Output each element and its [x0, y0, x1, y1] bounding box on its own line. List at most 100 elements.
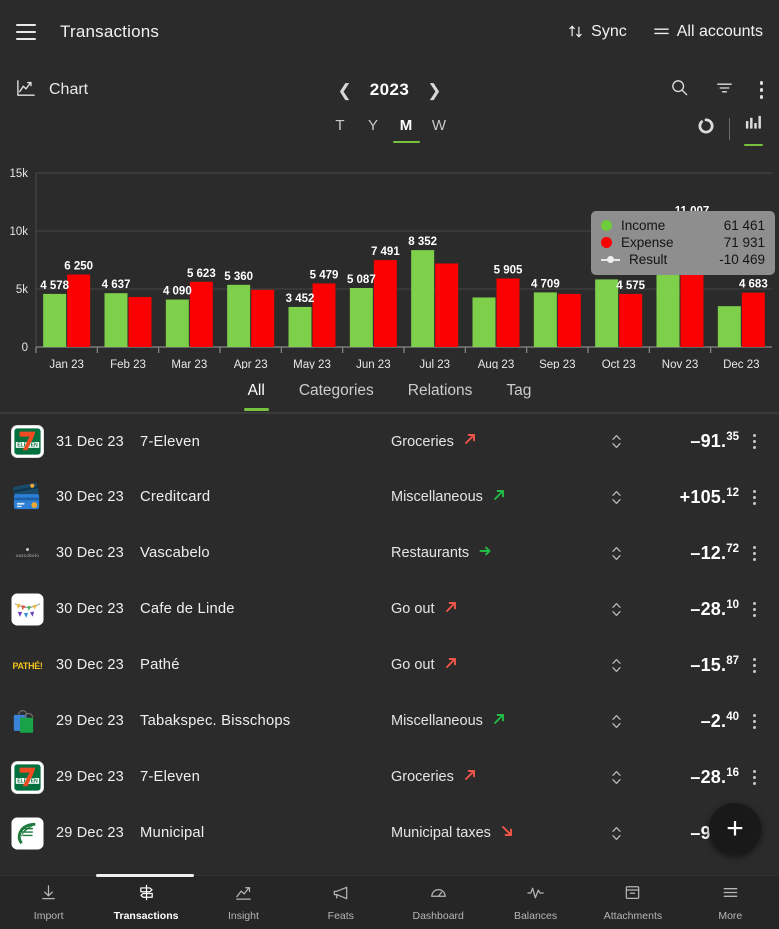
income-bar[interactable] — [350, 288, 373, 347]
tab-relations[interactable]: Relations — [404, 369, 477, 411]
chevron-right-icon[interactable]: ❯ — [427, 82, 441, 99]
transaction-payee: Pathé — [140, 657, 391, 673]
nav-item-balances[interactable]: Balances — [487, 883, 584, 922]
row-overflow-button[interactable] — [739, 490, 769, 505]
expense-bar[interactable] — [742, 293, 765, 347]
transaction-payee: Creditcard — [140, 489, 391, 505]
bar-chart[interactable]: 05k10k15k4 5786 250Jan 234 637Feb 234 09… — [0, 157, 779, 369]
period-tab-m[interactable]: M — [390, 117, 423, 143]
sort-toggle[interactable] — [601, 489, 631, 506]
row-overflow-button[interactable] — [739, 770, 769, 785]
income-bar[interactable] — [43, 294, 66, 347]
table-row[interactable]: ELEVEN 31 Dec 23 7-Eleven Groceries –91.… — [0, 413, 779, 469]
row-overflow-button[interactable] — [739, 602, 769, 617]
row-overflow-button[interactable] — [739, 658, 769, 673]
chevron-left-icon[interactable]: ❮ — [338, 82, 352, 99]
table-row[interactable]: 30 Dec 23 Creditcard Miscellaneous +105.… — [0, 469, 779, 525]
tab-tag[interactable]: Tag — [502, 369, 535, 411]
table-row[interactable]: vascobelo 30 Dec 23 Vascabelo Restaurant… — [0, 525, 779, 581]
nav-item-import[interactable]: Import — [0, 883, 97, 922]
signpost-icon — [137, 883, 156, 907]
income-bar[interactable] — [105, 293, 128, 347]
table-row[interactable]: ELEVEN 29 Dec 23 7-Eleven Groceries –28.… — [0, 749, 779, 805]
income-bar[interactable] — [718, 306, 741, 347]
sort-toggle[interactable] — [601, 545, 631, 562]
sort-toggle[interactable] — [601, 769, 631, 786]
expense-bar[interactable] — [313, 283, 336, 347]
row-overflow-button[interactable] — [739, 546, 769, 561]
transaction-category-cell[interactable]: Go out — [391, 600, 601, 619]
transaction-category-cell[interactable]: Groceries — [391, 432, 601, 451]
more-vertical-icon[interactable] — [760, 81, 763, 98]
sort-toggle[interactable] — [601, 713, 631, 730]
income-bar[interactable] — [166, 300, 189, 347]
transaction-category: Miscellaneous — [391, 713, 483, 729]
expense-bar[interactable] — [497, 279, 520, 347]
expense-bar[interactable] — [251, 290, 274, 347]
transaction-category-cell[interactable]: Groceries — [391, 768, 601, 787]
table-row[interactable]: 30 Dec 23 Cafe de Linde Go out –28.10 — [0, 581, 779, 637]
sort-toggle[interactable] — [601, 825, 631, 842]
income-bar[interactable] — [289, 307, 312, 347]
row-overflow-button[interactable] — [739, 714, 769, 729]
transaction-payee: Cafe de Linde — [140, 601, 391, 617]
nav-item-feats[interactable]: Feats — [292, 883, 389, 922]
nav-item-insight[interactable]: Insight — [195, 883, 292, 922]
transaction-category-cell[interactable]: Go out — [391, 656, 601, 675]
transaction-list[interactable]: ELEVEN 31 Dec 23 7-Eleven Groceries –91.… — [0, 413, 779, 875]
nav-item-dashboard[interactable]: Dashboard — [390, 883, 487, 922]
trend-arrow-icon — [463, 432, 477, 451]
expense-bar[interactable] — [619, 294, 642, 347]
transaction-category-cell[interactable]: Municipal taxes — [391, 824, 601, 843]
tab-categories[interactable]: Categories — [295, 369, 378, 411]
income-bar[interactable] — [595, 279, 618, 347]
expense-bar-label: 5 905 — [494, 265, 523, 277]
expense-bar[interactable] — [67, 275, 90, 348]
search-icon[interactable] — [670, 78, 689, 102]
filter-icon[interactable] — [715, 80, 734, 101]
income-bar-label: 8 352 — [408, 236, 437, 248]
nav-item-attachments[interactable]: Attachments — [584, 883, 681, 922]
transaction-category-cell[interactable]: Miscellaneous — [391, 488, 601, 507]
transaction-category: Municipal taxes — [391, 825, 491, 841]
party-flags-icon — [10, 592, 44, 626]
amount-cents: 10 — [726, 599, 739, 611]
transaction-payee: Vascabelo — [140, 545, 391, 561]
refresh-donut-icon[interactable] — [697, 117, 715, 140]
all-accounts-button[interactable]: All accounts — [653, 23, 763, 41]
sort-toggle[interactable] — [601, 657, 631, 674]
income-bar[interactable] — [411, 250, 434, 347]
transaction-category-cell[interactable]: Restaurants — [391, 544, 601, 563]
sort-toggle[interactable] — [601, 601, 631, 618]
nav-item-more[interactable]: More — [682, 883, 779, 922]
table-row[interactable]: PATHÉ! 30 Dec 23 Pathé Go out –15.87 — [0, 637, 779, 693]
add-transaction-fab[interactable]: + — [709, 803, 761, 855]
income-bar[interactable] — [657, 268, 680, 347]
expense-bar[interactable] — [435, 263, 458, 347]
nav-item-transactions[interactable]: Transactions — [97, 883, 194, 922]
period-tab-w[interactable]: W — [423, 117, 456, 143]
period-tab-t[interactable]: T — [324, 117, 357, 143]
period-tab-y[interactable]: Y — [357, 117, 390, 143]
expense-bar[interactable] — [558, 294, 581, 347]
bar-chart-icon[interactable] — [744, 113, 763, 144]
income-bar[interactable] — [534, 292, 557, 347]
expense-bar[interactable] — [129, 297, 152, 347]
megaphone-icon — [331, 883, 350, 907]
table-row[interactable]: 29 Dec 23 Municipal Municipal taxes –98.… — [0, 805, 779, 861]
amount-main: –2. — [701, 711, 727, 731]
sort-toggle[interactable] — [601, 433, 631, 450]
row-overflow-button[interactable] — [739, 434, 769, 449]
tab-all[interactable]: All — [244, 369, 269, 411]
table-row[interactable]: 29 Dec 23 Tabakspec. Bisschops Miscellan… — [0, 693, 779, 749]
svg-text:PATHÉ!: PATHÉ! — [12, 661, 42, 671]
transaction-category-cell[interactable]: Miscellaneous — [391, 712, 601, 731]
bottom-navigation: Import Transactions Insight Feats Dashbo… — [0, 875, 779, 929]
sync-button[interactable]: Sync — [567, 23, 627, 41]
income-bar[interactable] — [473, 297, 496, 347]
expense-bar[interactable] — [374, 260, 397, 347]
income-bar[interactable] — [227, 285, 250, 347]
x-axis-tick: Apr 23 — [234, 359, 268, 369]
hamburger-icon[interactable] — [16, 19, 42, 45]
expense-bar[interactable] — [190, 282, 213, 347]
